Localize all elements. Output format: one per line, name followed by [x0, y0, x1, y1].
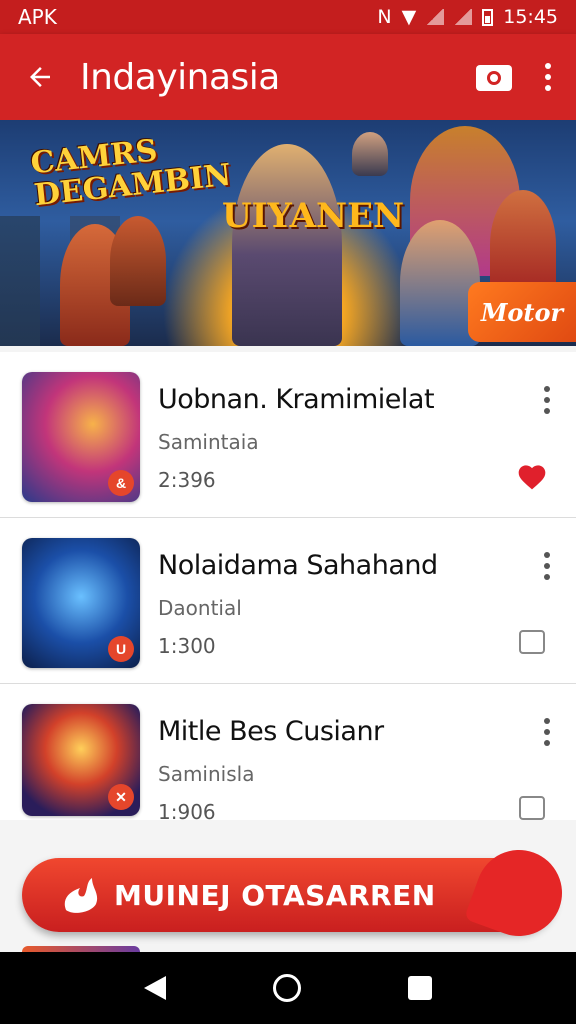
game-thumbnail: U: [22, 538, 140, 668]
page-title: Indayinasia: [80, 56, 280, 98]
bookmark-outline-icon: [519, 630, 545, 654]
game-subtitle: Daontial: [158, 596, 242, 620]
game-subtitle: Samintaia: [158, 430, 259, 454]
arrow-left-icon: [30, 67, 50, 87]
banner-hero-title: UIYANEN: [222, 196, 405, 236]
favorite-button[interactable]: [516, 792, 548, 824]
banner-action-button[interactable]: Motor: [468, 282, 576, 342]
game-subtitle: Saminisla: [158, 762, 255, 786]
clock: 15:45: [503, 6, 558, 28]
status-bar: APK N ▼ 15:45: [0, 0, 576, 34]
nav-recents-icon[interactable]: [408, 976, 433, 1000]
list-item[interactable]: & Uobnan. Kramimielat Samintaia 2:396: [0, 352, 576, 518]
banner-character-2: [110, 216, 166, 306]
button-accent-shape: [463, 837, 575, 949]
game-title: Nolaidama Sahahand: [158, 550, 438, 581]
game-badge: ✕: [108, 784, 134, 810]
banner-hero: [232, 144, 342, 346]
flame-icon: [64, 878, 98, 913]
camera-button[interactable]: [468, 51, 520, 103]
primary-action-button[interactable]: MUINEJ OTASARREN: [22, 837, 575, 949]
signal-icon: [426, 9, 445, 25]
nav-home-icon[interactable]: [272, 974, 301, 1002]
game-thumbnail: ✕: [22, 704, 140, 816]
battery-icon: [482, 8, 494, 26]
signal-icon-2: [454, 9, 473, 25]
favorite-button[interactable]: [516, 626, 548, 658]
favorite-button[interactable]: [516, 460, 548, 492]
primary-action-label: MUINEJ OTASARREN: [114, 878, 436, 912]
overflow-menu-button[interactable]: [520, 34, 576, 120]
back-button[interactable]: [0, 34, 80, 120]
more-vert-icon[interactable]: [544, 552, 550, 580]
game-badge: U: [108, 636, 134, 662]
game-thumbnail: &: [22, 372, 140, 502]
game-meta: 2:396: [158, 468, 216, 492]
game-meta: 1:906: [158, 800, 216, 824]
app-bar: Indayinasia: [0, 34, 576, 120]
more-vert-icon: [545, 63, 551, 91]
game-badge: &: [108, 470, 134, 496]
game-meta: 1:300: [158, 634, 216, 658]
game-title: Mitle Bes Cusianr: [158, 716, 384, 747]
heart-icon: [518, 465, 546, 490]
camera-icon: [476, 65, 512, 91]
list-item[interactable]: ✕ Mitle Bes Cusianr Saminisla 1:906: [0, 684, 576, 824]
banner-character-6: [352, 132, 388, 176]
nfc-icon: N: [377, 6, 392, 28]
bookmark-outline-icon: [519, 796, 545, 820]
carrier-label: APK: [18, 5, 57, 29]
wifi-icon: ▼: [401, 6, 417, 28]
more-vert-icon[interactable]: [544, 718, 550, 746]
game-list: & Uobnan. Kramimielat Samintaia 2:396 U …: [0, 352, 576, 824]
more-vert-icon[interactable]: [544, 386, 550, 414]
game-title: Uobnan. Kramimielat: [158, 384, 435, 415]
nav-back-icon[interactable]: [143, 976, 166, 1000]
list-item[interactable]: U Nolaidama Sahahand Daontial 1:300: [0, 518, 576, 684]
system-nav-bar: [0, 952, 576, 1024]
